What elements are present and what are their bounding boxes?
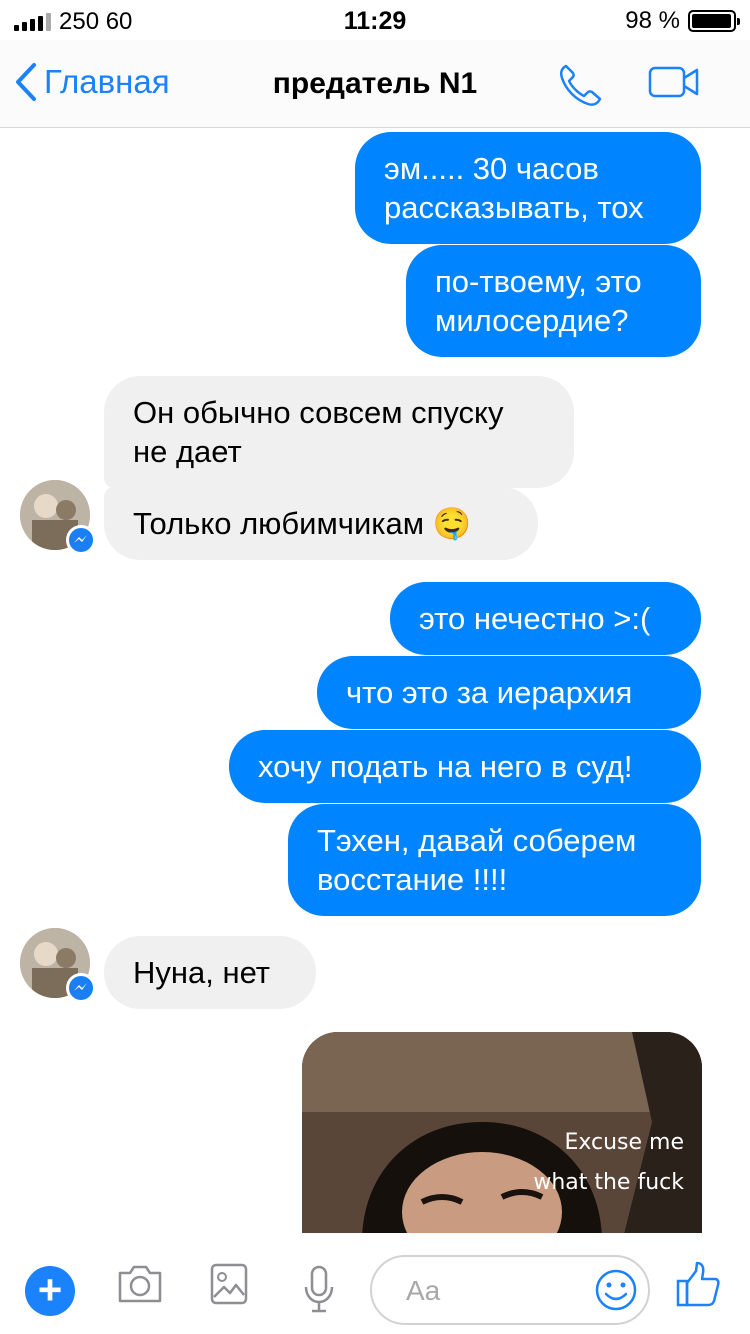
video-call-button[interactable] (648, 66, 700, 103)
media-message-image[interactable]: Excuse me what the fuck (302, 1032, 702, 1233)
phone-icon (559, 64, 602, 106)
composer-bar: + Aa (0, 1233, 750, 1334)
message-input[interactable]: Aa (370, 1255, 650, 1325)
nav-bar: Главная предатель N1 (0, 40, 750, 128)
status-bar: 250 60 11:29 98 % (0, 0, 750, 40)
message-line: это нечестно >:( (419, 601, 651, 636)
message-line: милосердие? (435, 303, 629, 338)
message-line: Тэхен, давай соберем (317, 823, 637, 858)
message-line: по-твоему, это (435, 264, 642, 299)
phone-call-button[interactable] (556, 62, 606, 113)
message-bubble-outgoing[interactable]: что это за иерархия (317, 656, 701, 729)
thumbs-up-icon (676, 1261, 720, 1307)
messenger-badge-icon (66, 973, 96, 1003)
message-line: рассказывать, тох (384, 190, 644, 225)
message-bubble-incoming[interactable]: Нуна, нет (104, 936, 316, 1009)
message-bubble-incoming[interactable]: Только любимчикам 🤤 (104, 487, 538, 560)
message-line: не дает (133, 434, 242, 469)
message-line: Только любимчикам 🤤 (133, 506, 472, 541)
battery-icon (688, 10, 740, 32)
gallery-button[interactable] (210, 1263, 248, 1310)
conversation-title[interactable]: предатель N1 (0, 67, 750, 101)
media-caption-line: what the fuck (533, 1170, 684, 1195)
message-bubble-incoming[interactable]: Он обычно совсем спуску не дает (104, 376, 574, 488)
message-line: Он обычно совсем спуску (133, 395, 504, 430)
microphone-button[interactable] (302, 1265, 336, 1318)
like-button[interactable] (676, 1261, 720, 1312)
status-right: 98 % (625, 7, 740, 35)
microphone-icon (304, 1265, 334, 1313)
message-line: эм..... 30 часов (384, 151, 599, 186)
plus-icon[interactable]: + (25, 1266, 75, 1316)
message-line: Нуна, нет (133, 955, 271, 990)
message-line: что это за иерархия (346, 675, 633, 710)
message-bubble-outgoing[interactable]: хочу подать на него в суд! (229, 730, 701, 803)
messenger-badge-icon (66, 525, 96, 555)
message-line: восстание !!!! (317, 862, 508, 897)
camera-icon (118, 1265, 162, 1303)
message-line: хочу подать на него в суд! (258, 749, 633, 784)
media-caption-line: Excuse me (564, 1130, 684, 1155)
message-bubble-outgoing[interactable]: Тэхен, давай соберем восстание !!!! (288, 804, 701, 916)
image-icon (210, 1263, 248, 1305)
message-bubble-outgoing[interactable]: эм..... 30 часов рассказывать, тох (355, 132, 701, 244)
message-input-placeholder: Aa (406, 1275, 441, 1306)
message-list[interactable]: эм..... 30 часов рассказывать, тох по-тв… (0, 129, 750, 1233)
battery-level (692, 14, 732, 28)
battery-percent: 98 % (625, 7, 680, 34)
emoji-icon (595, 1269, 637, 1311)
video-camera-icon (648, 66, 699, 98)
message-bubble-outgoing[interactable]: это нечестно >:( (390, 582, 701, 655)
message-bubble-outgoing[interactable]: по-твоему, это милосердие? (406, 245, 701, 357)
camera-button[interactable] (116, 1263, 164, 1310)
emoji-button[interactable] (594, 1268, 638, 1317)
